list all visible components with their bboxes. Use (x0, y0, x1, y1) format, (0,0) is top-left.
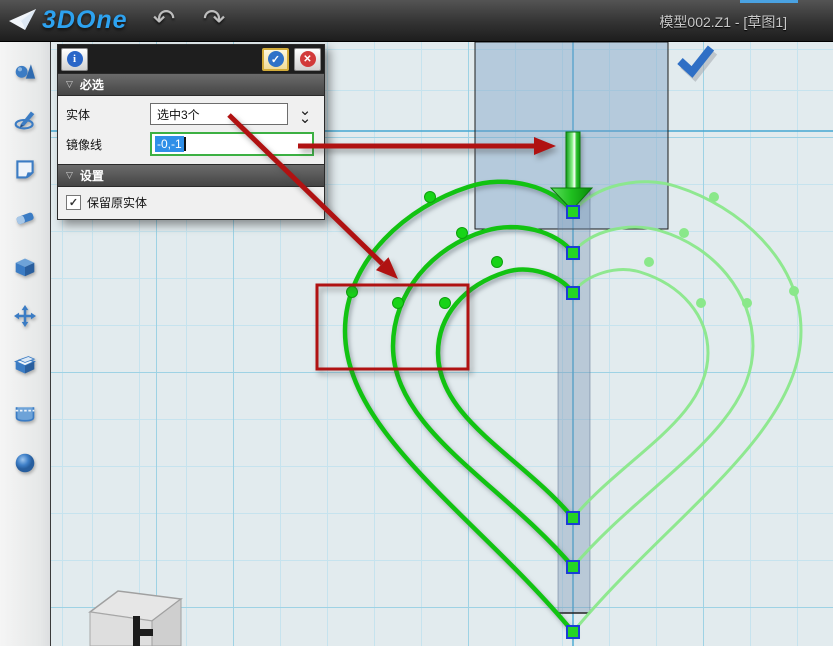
mirror-preview-curve (573, 270, 708, 518)
title-bar: 3DOne ↶ ↷ 模型002.Z1 - [草图1] (0, 0, 833, 42)
sketch-plane-icon[interactable] (8, 152, 42, 186)
chevron-double-down-icon[interactable]: ⌄⌄ (296, 104, 314, 124)
top-accent-strip (740, 0, 798, 3)
mirror-line-input[interactable]: -0,-1 (150, 132, 314, 156)
solid-edit-icon[interactable] (8, 250, 42, 284)
control-point[interactable] (347, 287, 358, 298)
collapse-triangle-icon: ▽ (66, 80, 73, 90)
cancel-button[interactable]: ✕ (294, 48, 321, 71)
heart-curve[interactable] (393, 227, 573, 567)
mirror-line-value: -0,-1 (155, 136, 184, 152)
view-cube[interactable] (90, 591, 181, 646)
required-section-label: 必选 (80, 76, 104, 93)
sketch-draw-icon[interactable] (8, 103, 42, 137)
mirror-line-label: 镜像线 (66, 136, 150, 153)
settings-section-header[interactable]: ▽ 设置 (58, 164, 324, 187)
primitives-icon[interactable] (8, 54, 42, 88)
required-section-body: 实体 选中3个 ⌄⌄ 镜像线 -0,-1 (58, 96, 324, 164)
endpoint-marker[interactable] (567, 247, 579, 259)
mirror-dialog: i ✓ ✕ ▽ 必选 实体 选中3个 ⌄⌄ 镜像线 -0,-1 (57, 44, 325, 220)
info-icon: i (67, 51, 83, 67)
dialog-title-bar: i ✓ ✕ (58, 45, 324, 73)
control-point[interactable] (425, 192, 436, 203)
collapse-triangle-icon: ▽ (66, 171, 73, 181)
mirror-preview-curve (573, 227, 753, 567)
settings-section-label: 设置 (80, 167, 104, 184)
confirm-button[interactable]: ✓ (262, 48, 289, 71)
mirror-preview-point (644, 257, 654, 267)
endpoint-marker[interactable] (567, 561, 579, 573)
heart-curve[interactable] (438, 270, 573, 518)
mirror-preview-point (742, 298, 752, 308)
close-icon: ✕ (300, 51, 316, 67)
control-point[interactable] (492, 257, 503, 268)
control-point[interactable] (457, 228, 468, 239)
mirror-preview-point (696, 298, 706, 308)
endpoint-marker[interactable] (567, 206, 579, 218)
confirm-check-icon: ✓ (268, 51, 284, 67)
endpoint-marker[interactable] (567, 512, 579, 524)
required-section-header[interactable]: ▽ 必选 (58, 73, 324, 96)
render-material-icon[interactable] (8, 446, 42, 480)
app-logo-text: 3DOne (42, 6, 128, 35)
special-shape-icon[interactable] (8, 348, 42, 382)
settings-section-body: ✓ 保留原实体 (58, 187, 324, 219)
info-button[interactable]: i (61, 48, 88, 71)
mirror-preview-point (709, 192, 719, 202)
erase-icon[interactable] (8, 201, 42, 235)
move-icon[interactable] (8, 299, 42, 333)
mirror-preview-point (789, 286, 799, 296)
control-point[interactable] (393, 298, 404, 309)
section-icon[interactable] (8, 397, 42, 431)
mirror-preview-point (679, 228, 689, 238)
endpoint-marker[interactable] (567, 626, 579, 638)
entity-label: 实体 (66, 106, 150, 123)
main-toolbar (0, 41, 51, 646)
undo-button[interactable]: ↶ (146, 2, 182, 36)
entity-selection-value: 选中3个 (157, 106, 200, 123)
app-logo: 3DOne (8, 6, 128, 35)
control-point[interactable] (440, 298, 451, 309)
entity-selection-field[interactable]: 选中3个 (150, 103, 288, 125)
endpoint-marker[interactable] (567, 287, 579, 299)
redo-button[interactable]: ↷ (196, 2, 232, 36)
keep-original-label: 保留原实体 (87, 194, 147, 211)
paper-plane-icon (8, 8, 38, 34)
confirm-checkmark-icon[interactable] (680, 48, 711, 72)
window-title: 模型002.Z1 - [草图1] (659, 12, 787, 32)
keep-original-checkbox[interactable]: ✓ (66, 195, 81, 210)
text-caret (184, 137, 186, 151)
